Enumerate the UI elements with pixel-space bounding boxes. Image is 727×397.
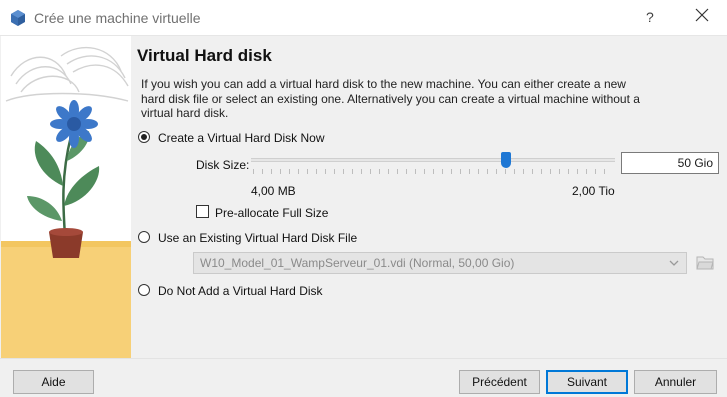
preallocate-checkbox[interactable]: [196, 205, 209, 218]
use-existing-disk-radio[interactable]: [138, 231, 150, 243]
wizard-side-illustration: [1, 36, 131, 358]
disk-size-input[interactable]: 50 Gio: [621, 152, 719, 174]
preallocate-label[interactable]: Pre-allocate Full Size: [215, 206, 328, 220]
do-not-add-disk-label[interactable]: Do Not Add a Virtual Hard Disk: [158, 284, 323, 298]
disk-size-slider-track[interactable]: [251, 158, 615, 162]
window-title: Crée une machine virtuelle: [34, 10, 201, 26]
help-glyph-button[interactable]: ?: [646, 9, 654, 25]
close-icon[interactable]: [694, 7, 710, 23]
use-existing-disk-label[interactable]: Use an Existing Virtual Hard Disk File: [158, 231, 357, 245]
disk-size-slider-handle[interactable]: [501, 152, 511, 168]
page-description: If you wish you can add a virtual hard d…: [141, 77, 640, 120]
folder-icon[interactable]: [696, 253, 714, 271]
virtualbox-icon: [11, 10, 25, 26]
existing-disk-select-value: W10_Model_01_WampServeur_01.vdi (Normal,…: [200, 256, 515, 270]
disk-size-slider-ticks: [253, 169, 613, 174]
slider-max-label: 2,00 Tio: [572, 184, 615, 198]
slider-min-label: 4,00 MB: [251, 184, 296, 198]
existing-disk-select[interactable]: W10_Model_01_WampServeur_01.vdi (Normal,…: [193, 252, 687, 274]
cancel-button[interactable]: Annuler: [634, 370, 717, 394]
disk-size-label: Disk Size:: [196, 158, 250, 172]
title-bar: Crée une machine virtuelle ?: [0, 0, 727, 36]
plant-illustration: [1, 36, 131, 358]
next-button[interactable]: Suivant: [546, 370, 628, 394]
create-disk-now-radio[interactable]: [138, 131, 150, 143]
do-not-add-disk-radio[interactable]: [138, 284, 150, 296]
create-disk-now-label[interactable]: Create a Virtual Hard Disk Now: [158, 131, 325, 145]
chevron-down-icon: [669, 260, 679, 266]
help-button[interactable]: Aide: [13, 370, 94, 394]
back-button[interactable]: Précédent: [459, 370, 540, 394]
page-title: Virtual Hard disk: [137, 46, 272, 65]
